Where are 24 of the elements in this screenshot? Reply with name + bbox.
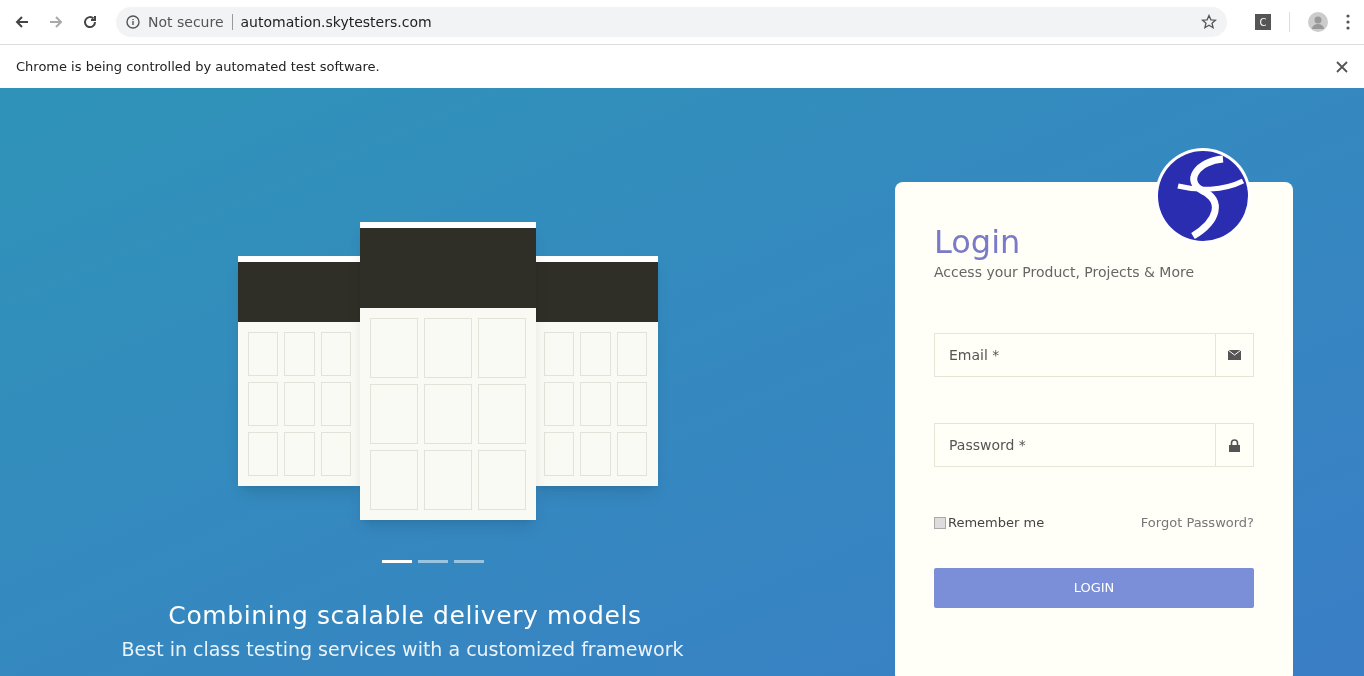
profile-avatar-icon[interactable] [1308, 12, 1328, 32]
lock-icon [1229, 438, 1240, 452]
info-icon[interactable] [126, 15, 140, 29]
extension-icon[interactable]: C [1255, 14, 1271, 30]
address-bar[interactable]: Not secure automation.skytesters.com [116, 7, 1227, 37]
password-field[interactable]: Password * [934, 423, 1216, 467]
close-icon[interactable] [1336, 60, 1348, 73]
login-title: Login [934, 222, 1022, 262]
menu-icon[interactable] [1346, 14, 1350, 30]
reload-icon[interactable] [82, 14, 98, 30]
forgot-password-link[interactable]: Forgot Password? [1140, 513, 1254, 533]
carousel-indicator[interactable] [381, 560, 412, 563]
envelope-icon [1228, 350, 1241, 360]
url-text: automation.skytesters.com [240, 12, 432, 32]
remember-checkbox[interactable] [934, 516, 946, 529]
email-field[interactable]: Email * [934, 333, 1216, 377]
security-label: Not secure [148, 12, 224, 32]
remember-label: Remember me [948, 514, 1045, 532]
back-icon[interactable] [14, 14, 30, 30]
hero-subheading: Best in class testing services with a customized framework [121, 636, 684, 662]
bookmark-star-icon[interactable] [1201, 14, 1217, 30]
infobar-message: Chrome is being controlled by automated test software. [16, 57, 380, 76]
login-subtitle: Access your Product, Projects & More [934, 263, 1196, 282]
hero-heading: Combining scalable delivery models [168, 600, 642, 632]
